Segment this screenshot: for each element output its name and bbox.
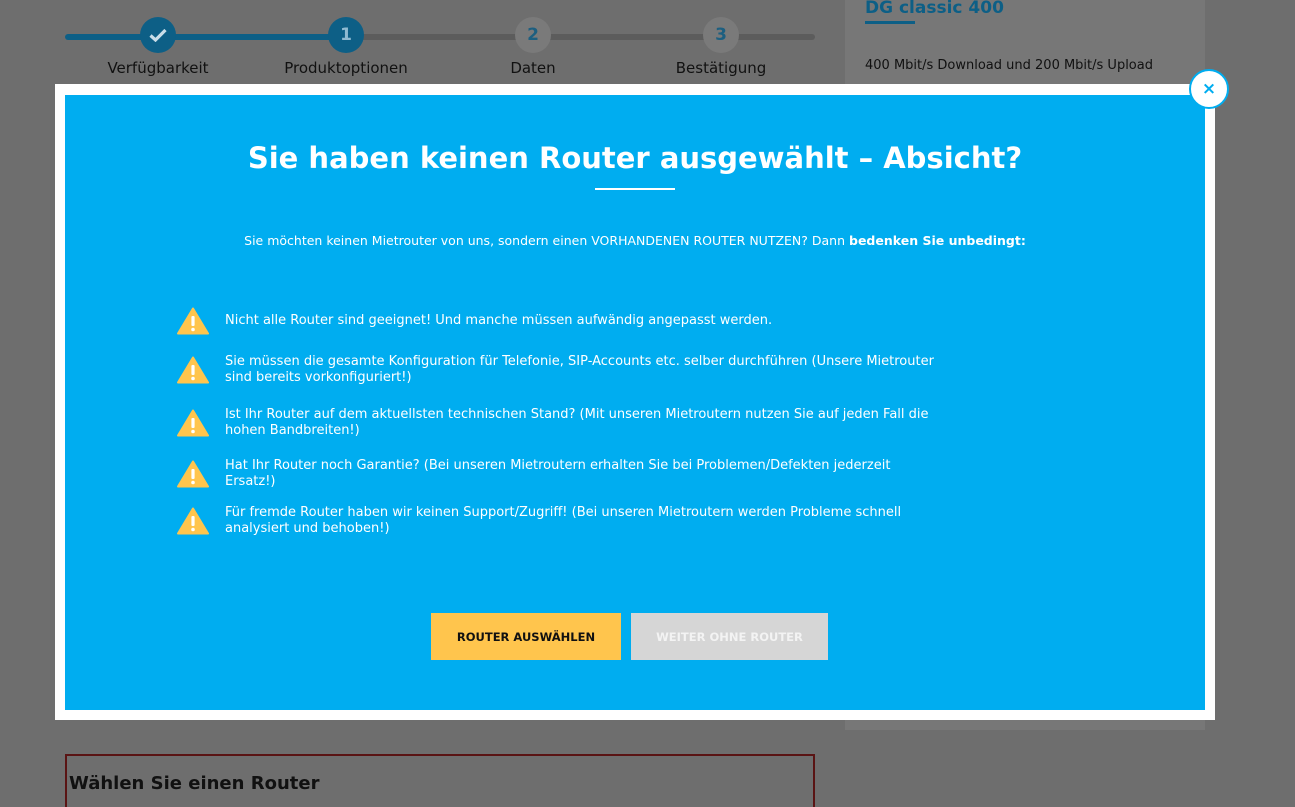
step-number: 2: [515, 17, 551, 53]
product-description: 400 Mbit/s Download und 200 Mbit/s Uploa…: [865, 58, 1153, 73]
dialog-title: Sie haben keinen Router ausgewählt – Abs…: [247, 141, 1023, 175]
warning-item: Nicht alle Router sind geeignet! Und man…: [177, 307, 937, 335]
close-dialog-button[interactable]: ×: [1189, 69, 1229, 109]
product-title: DG classic 400: [865, 0, 1004, 18]
warning-text: Hat Ihr Router noch Garantie? (Bei unser…: [225, 458, 891, 489]
intro-text: Sie möchten keinen Mietrouter von uns, s…: [244, 233, 846, 248]
intro-emphasis: bedenken Sie unbedingt:: [849, 233, 1026, 248]
warning-text: Für fremde Router haben wir keinen Suppo…: [225, 505, 902, 536]
title-underline: [595, 188, 675, 190]
warning-icon: [177, 409, 209, 437]
warning-item: Sie müssen die gesamte Konfiguration für…: [177, 354, 937, 386]
close-icon: ×: [1201, 79, 1217, 99]
step-label: Verfügbarkeit: [107, 59, 209, 77]
select-router-button[interactable]: Router auswählen: [431, 613, 621, 660]
step-number: 3: [703, 17, 739, 53]
warning-text: Sie müssen die gesamte Konfiguration für…: [225, 354, 934, 385]
warning-icon: [177, 507, 209, 535]
warning-icon: [177, 460, 209, 488]
warning-item: Hat Ihr Router noch Garantie? (Bei unser…: [177, 458, 937, 490]
step-label: Produktoptionen: [284, 59, 408, 77]
warning-text: Nicht alle Router sind geeignet! Und man…: [225, 313, 773, 328]
warning-text: Ist Ihr Router auf dem aktuellsten techn…: [225, 407, 929, 438]
check-icon: [140, 17, 176, 53]
progress-stepper: Verfügbarkeit 1 Produktoptionen 2 Daten …: [65, 0, 815, 90]
dialog-intro: Sie möchten keinen Mietrouter von uns, s…: [65, 233, 1205, 248]
step-number: 1: [328, 17, 364, 53]
step-product-options[interactable]: 1 Produktoptionen: [276, 17, 416, 77]
router-section-heading: Wählen Sie einen Router: [69, 773, 320, 794]
warning-item: Für fremde Router haben wir keinen Suppo…: [177, 505, 937, 537]
warning-icon: [177, 307, 209, 335]
continue-without-router-button[interactable]: Weiter ohne Router: [631, 613, 828, 660]
step-confirmation[interactable]: 3 Bestätigung: [651, 17, 791, 77]
no-router-dialog: Sie haben keinen Router ausgewählt – Abs…: [65, 95, 1205, 710]
step-label: Daten: [510, 59, 556, 77]
warning-item: Ist Ihr Router auf dem aktuellsten techn…: [177, 407, 937, 439]
warning-icon: [177, 356, 209, 384]
step-availability[interactable]: Verfügbarkeit: [88, 17, 228, 77]
title-underline: [865, 21, 915, 24]
step-label: Bestätigung: [675, 59, 767, 77]
step-data[interactable]: 2 Daten: [463, 17, 603, 77]
router-selection-section: Wählen Sie einen Router: [65, 754, 815, 807]
